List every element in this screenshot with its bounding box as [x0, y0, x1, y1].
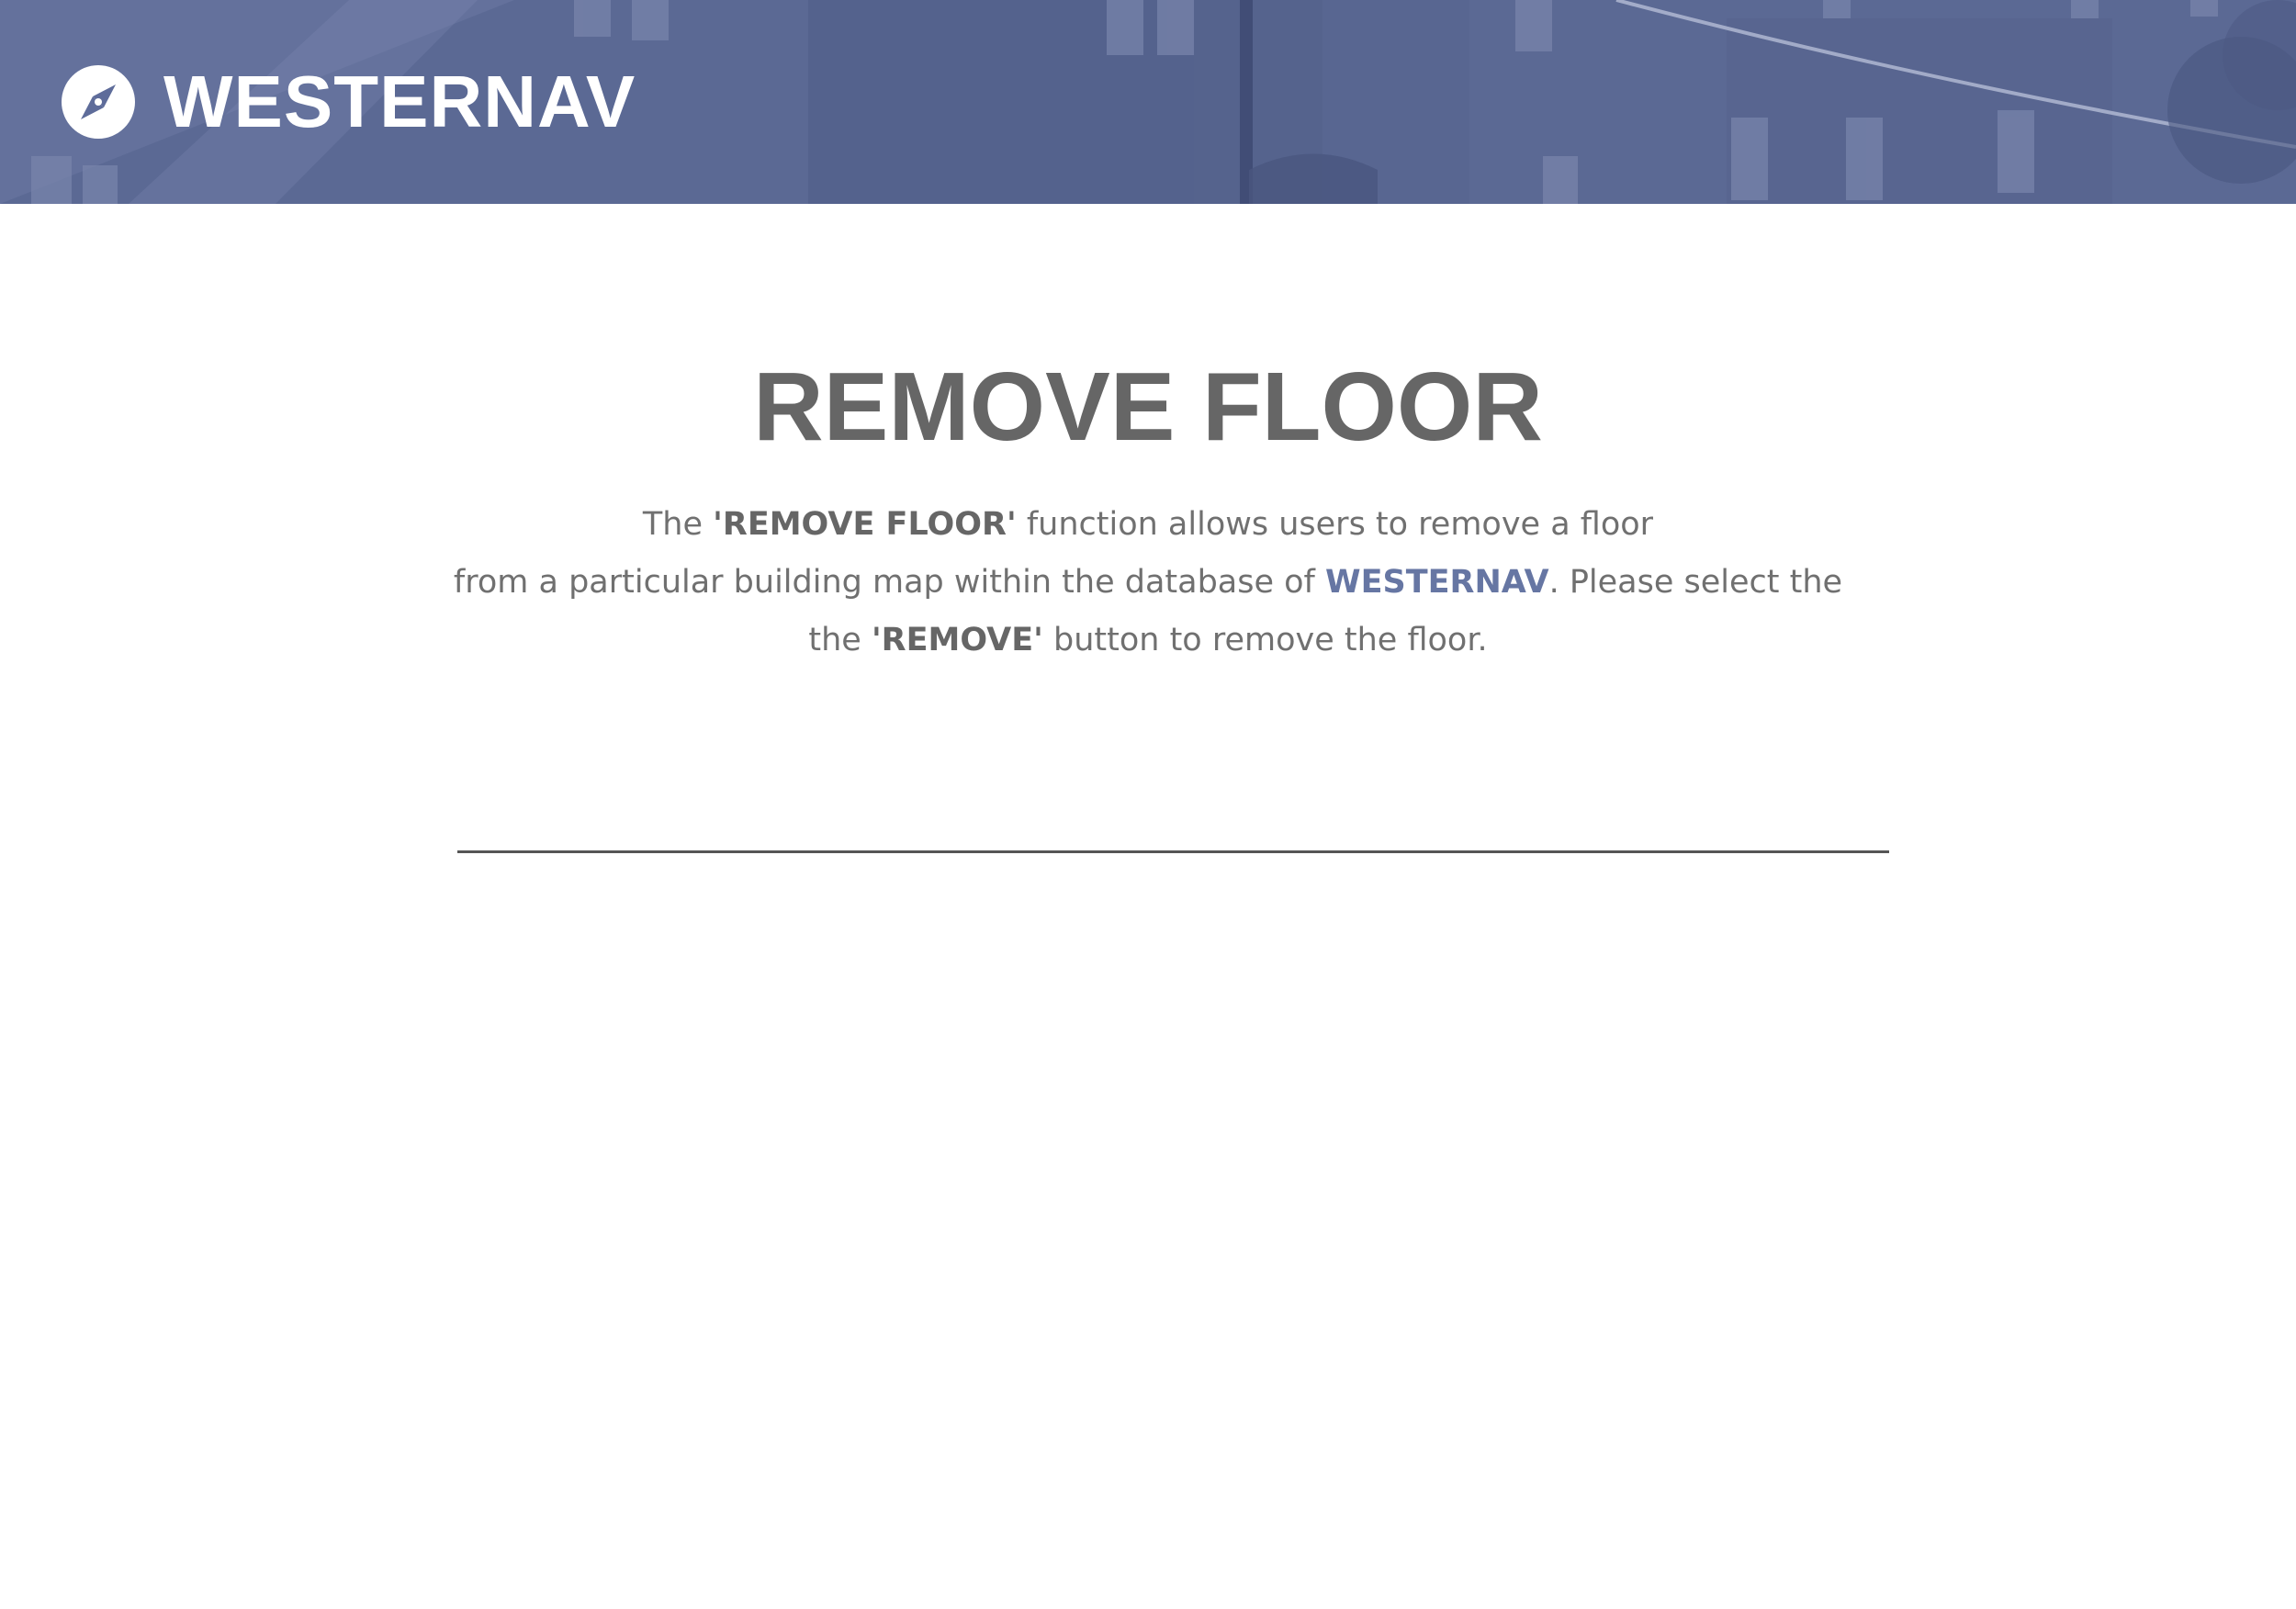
- function-name-highlight: 'REMOVE FLOOR': [713, 506, 1017, 543]
- description-text: . Please select the: [1548, 564, 1843, 601]
- description-text: The: [642, 506, 714, 543]
- page-title: REMOVE FLOOR: [753, 353, 1543, 461]
- page-description: The 'REMOVE FLOOR' function allows users…: [367, 496, 1929, 669]
- brand-name: WESTERNAV: [163, 61, 636, 142]
- compass-icon: [62, 65, 135, 139]
- brand[interactable]: WESTERNAV: [61, 62, 636, 141]
- brand-mention: WESTERNAV: [1325, 564, 1549, 601]
- description-line-2: from a particular building map within th…: [367, 554, 1929, 612]
- remove-button-mention: 'REMOVE': [871, 622, 1043, 658]
- description-text: button to remove the floor.: [1042, 622, 1488, 658]
- header-banner: WESTERNAV: [0, 0, 2296, 204]
- description-text: the: [808, 622, 872, 658]
- description-line-3: the 'REMOVE' button to remove the floor.: [367, 612, 1929, 669]
- section-divider: [457, 850, 1889, 853]
- description-line-1: The 'REMOVE FLOOR' function allows users…: [367, 496, 1929, 554]
- description-text: function allows users to remove a floor: [1016, 506, 1654, 543]
- remove-floor-page: WESTERNAV REMOVE FLOOR The 'REMOVE FLOOR…: [0, 0, 2296, 1609]
- description-text: from a particular building map within th…: [453, 564, 1325, 601]
